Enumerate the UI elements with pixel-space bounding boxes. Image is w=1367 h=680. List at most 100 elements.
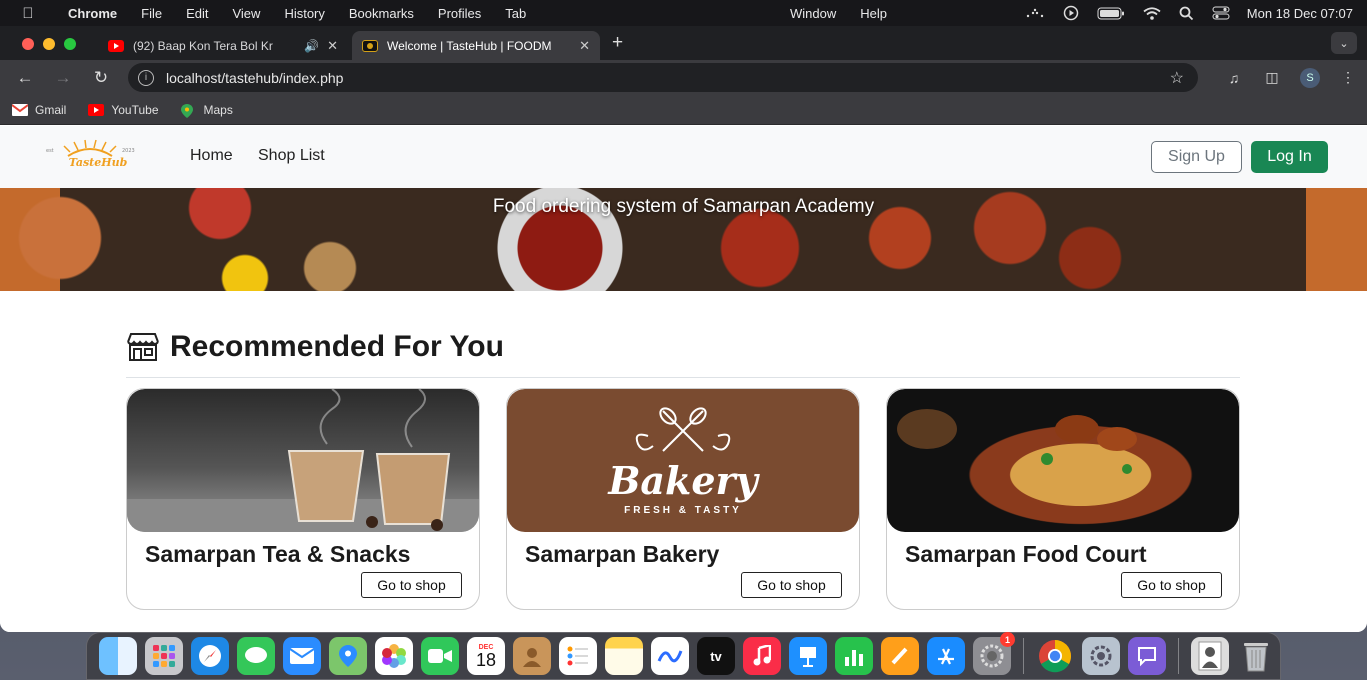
trash-icon[interactable]: [1237, 637, 1275, 675]
media-control-icon[interactable]: ♫: [1215, 70, 1253, 86]
play-icon[interactable]: [1054, 5, 1088, 21]
bookmark-star-icon[interactable]: ☆: [1170, 68, 1184, 88]
close-tab-icon[interactable]: ✕: [327, 38, 338, 54]
numbers-icon[interactable]: [835, 637, 873, 675]
spotlight-search-icon[interactable]: [1170, 6, 1203, 21]
notification-badge: 1: [1000, 632, 1015, 647]
bookmark-label: YouTube: [111, 102, 159, 117]
utility-app-icon[interactable]: [1082, 637, 1120, 675]
wifi-calling-icon[interactable]: [1016, 7, 1054, 19]
window-controls: [22, 38, 76, 50]
apple-menu-icon[interactable]: : [0, 5, 56, 22]
app-store-icon[interactable]: [927, 637, 965, 675]
finder-icon[interactable]: [99, 637, 137, 675]
go-to-shop-button[interactable]: Go to shop: [741, 572, 842, 598]
shop-name: Samarpan Bakery: [525, 541, 720, 567]
recent-document-icon[interactable]: [1191, 637, 1229, 675]
bookmark-maps[interactable]: Maps: [180, 103, 233, 118]
notes-icon[interactable]: [605, 637, 643, 675]
minimize-window-button[interactable]: [43, 38, 55, 50]
system-settings-icon[interactable]: 1: [973, 632, 1015, 675]
web-page: est 2023 TasteHub Home Shop List Sign Up…: [0, 126, 1367, 632]
side-panel-icon[interactable]: ◫: [1253, 69, 1291, 86]
site-info-icon[interactable]: i: [138, 69, 154, 86]
menu-window[interactable]: Window: [778, 6, 848, 21]
shop-name: Samarpan Tea & Snacks: [145, 541, 411, 567]
forward-icon[interactable]: →: [44, 68, 82, 88]
close-window-button[interactable]: [22, 38, 34, 50]
svg-text:2023: 2023: [122, 148, 135, 154]
shop-name: Samarpan Food Court: [905, 541, 1147, 567]
tastehub-icon: [362, 39, 378, 52]
apple-tv-icon[interactable]: tv: [697, 637, 735, 675]
safari-icon[interactable]: [191, 637, 229, 675]
section-heading: Recommended For You: [126, 326, 1240, 368]
log-in-button[interactable]: Log In: [1251, 141, 1328, 173]
nav-home-link[interactable]: Home: [190, 147, 233, 165]
tab-youtube[interactable]: (92) Baap Kon Tera Bol Kr 🔊 ✕: [98, 31, 348, 60]
battery-icon[interactable]: [1088, 7, 1134, 20]
menu-clock[interactable]: Mon 18 Dec 07:07: [1239, 6, 1367, 21]
menu-edit[interactable]: Edit: [174, 6, 220, 21]
youtube-icon: [88, 103, 105, 116]
maps-icon[interactable]: [329, 637, 367, 675]
calendar-icon[interactable]: DEC 18: [467, 637, 505, 675]
new-tab-icon[interactable]: +: [612, 32, 623, 54]
address-bar[interactable]: i localhost/tastehub/index.php ☆: [128, 63, 1198, 92]
food-image: [887, 389, 1239, 532]
menu-file[interactable]: File: [129, 6, 174, 21]
menu-bookmarks[interactable]: Bookmarks: [337, 6, 426, 21]
menu-view[interactable]: View: [220, 6, 272, 21]
profile-avatar[interactable]: S: [1291, 67, 1329, 88]
pages-icon[interactable]: [881, 637, 919, 675]
shop-card-tea[interactable]: Samarpan Tea & Snacks Go to shop: [126, 388, 480, 610]
bookmark-youtube[interactable]: YouTube: [88, 102, 159, 117]
go-to-shop-button[interactable]: Go to shop: [361, 572, 462, 598]
appletv-label: tv: [710, 648, 722, 664]
facetime-icon[interactable]: [421, 637, 459, 675]
section-divider: [126, 377, 1240, 378]
tab-search-icon[interactable]: ⌄: [1331, 32, 1357, 54]
control-center-icon[interactable]: [1203, 6, 1239, 20]
freeform-icon[interactable]: [651, 637, 689, 675]
zoom-window-button[interactable]: [64, 38, 76, 50]
messages-icon[interactable]: [237, 637, 275, 675]
nav-shop-list-link[interactable]: Shop List: [258, 147, 325, 165]
menu-help[interactable]: Help: [848, 6, 899, 21]
music-icon[interactable]: [743, 637, 781, 675]
menu-history[interactable]: History: [272, 6, 336, 21]
shop-icon: [126, 332, 160, 362]
menu-profiles[interactable]: Profiles: [426, 6, 493, 21]
chrome-window: (92) Baap Kon Tera Bol Kr 🔊 ✕ Welcome | …: [0, 26, 1367, 632]
photos-icon[interactable]: [375, 637, 413, 675]
keynote-icon[interactable]: [789, 637, 827, 675]
whisk-icon: [635, 406, 731, 452]
reload-icon[interactable]: ↻: [82, 68, 120, 88]
speaker-icon[interactable]: 🔊: [304, 39, 319, 53]
chrome-icon[interactable]: [1036, 637, 1074, 675]
go-to-shop-button[interactable]: Go to shop: [1121, 572, 1222, 598]
close-tab-icon[interactable]: ✕: [579, 38, 590, 54]
tab-title: Welcome | TasteHub | FOODM: [387, 38, 552, 53]
menu-app-chrome[interactable]: Chrome: [56, 6, 129, 21]
shop-card-food-court[interactable]: Samarpan Food Court Go to shop: [886, 388, 1240, 610]
menu-tab[interactable]: Tab: [493, 6, 538, 21]
wifi-icon[interactable]: [1134, 6, 1170, 20]
shop-card-bakery[interactable]: Bakery FRESH & TASTY Samarpan Bakery Go …: [506, 388, 860, 610]
bookmark-gmail[interactable]: Gmail: [11, 102, 67, 117]
macos-menu-bar:  Chrome File Edit View History Bookmark…: [0, 0, 1367, 26]
viber-icon[interactable]: [1128, 637, 1166, 675]
tab-tastehub[interactable]: Welcome | TasteHub | FOODM ✕: [352, 31, 600, 60]
contacts-icon[interactable]: [513, 637, 551, 675]
url-text[interactable]: localhost/tastehub/index.php: [166, 70, 343, 86]
reminders-icon[interactable]: [559, 637, 597, 675]
dock-separator: [1178, 638, 1179, 674]
bookmark-label: Gmail: [35, 102, 67, 117]
tastehub-logo[interactable]: est 2023 TasteHub: [40, 138, 150, 176]
gmail-icon: [11, 103, 29, 116]
mail-icon[interactable]: [283, 637, 321, 675]
chrome-menu-icon[interactable]: ⋮: [1329, 69, 1367, 86]
sign-up-button[interactable]: Sign Up: [1151, 141, 1242, 173]
back-icon[interactable]: ←: [6, 68, 44, 88]
launchpad-icon[interactable]: [145, 637, 183, 675]
